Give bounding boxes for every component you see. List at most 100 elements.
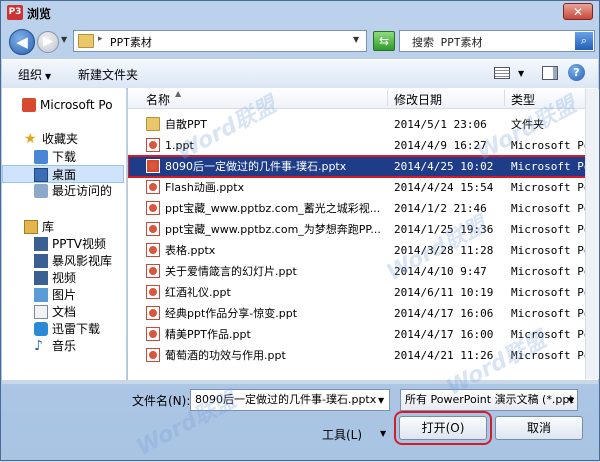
file-list[interactable]: ▲ 名称 修改日期 类型 自散PPT 2014/5/1 23:06 文件夹 1.… (128, 88, 598, 380)
ppt-file-icon (146, 243, 160, 257)
download-icon (34, 150, 48, 164)
search-icon[interactable]: ⌕ (575, 32, 593, 50)
ppt-file-icon (146, 138, 160, 152)
file-date: 2014/5/1 23:06 (394, 118, 487, 131)
new-folder-button[interactable]: 新建文件夹 (78, 66, 138, 83)
file-date: 2014/1/2 21:46 (394, 202, 487, 215)
nav-label: Microsoft Po (40, 98, 113, 112)
nav-label: 图片 (52, 288, 77, 302)
nav-item-music[interactable]: ♪ 音乐 (2, 337, 124, 355)
nav-label: 文档 (52, 305, 77, 319)
filetype-dropdown-icon[interactable]: ▼ (568, 396, 574, 405)
filename-dropdown-icon[interactable]: ▼ (378, 396, 384, 405)
sort-ascending-icon: ▲ (175, 89, 182, 98)
file-name: 表格.pptx (165, 244, 216, 257)
vertical-scrollbar[interactable] (585, 89, 599, 379)
music-icon: ♪ (34, 338, 43, 354)
nav-item-videos[interactable]: 视频 (2, 269, 124, 287)
file-row[interactable]: ppt宝藏_www.pptbz.com_为梦想奔跑PP... 2014/1/25… (128, 219, 598, 240)
file-date: 2014/4/10 9:47 (394, 265, 487, 278)
breadcrumb-separator-icon[interactable]: ▸ (98, 34, 103, 44)
file-row-selected[interactable]: 8090后一定做过的几件事-璞石.pptx 2014/4/25 10:02 Mi… (128, 155, 598, 178)
file-row[interactable]: 红酒礼仪.ppt 2014/6/11 10:19 Microsoft Pow (128, 282, 598, 303)
search-input[interactable]: 搜索 PPT素材 ⌕ (399, 30, 595, 52)
column-divider[interactable] (387, 90, 388, 106)
file-row[interactable]: 精美PPT作品.ppt 2014/4/17 16:00 Microsoft Po… (128, 324, 598, 345)
forward-button[interactable]: ▶ (37, 31, 59, 53)
chevron-down-icon: ▼ (45, 72, 52, 81)
file-name: 1.ppt (165, 139, 194, 152)
file-row[interactable]: 表格.pptx 2014/3/28 11:28 Microsoft Pow (128, 240, 598, 261)
nav-item-baofeng-library[interactable]: 暴风影视库 (2, 252, 124, 270)
filename-label: 文件名(N): (132, 394, 191, 408)
nav-label: 最近访问的 (52, 184, 113, 198)
back-button[interactable]: ◀ (9, 29, 35, 55)
column-header-type[interactable]: 类型 (511, 91, 535, 108)
nav-item-microsoft-powerpoint[interactable]: Microsoft Po (2, 96, 124, 114)
column-header-date[interactable]: 修改日期 (394, 91, 442, 108)
chevron-down-icon[interactable]: ▼ (380, 429, 386, 438)
nav-item-downloads[interactable]: 下载 (2, 148, 124, 166)
file-date: 2014/1/25 19:36 (394, 223, 494, 236)
nav-label: 迅雷下载 (52, 322, 101, 336)
nav-label: PPTV视频 (52, 237, 107, 251)
nav-item-favorites[interactable]: ★ 收藏夹 (2, 130, 124, 148)
organize-menu[interactable]: 组织 ▼ (18, 66, 51, 83)
file-row[interactable]: 1.ppt 2014/4/9 16:27 Microsoft Pow (128, 135, 598, 156)
nav-item-pictures[interactable]: 图片 (2, 286, 124, 304)
video-icon (34, 237, 48, 251)
tools-menu[interactable]: 工具(L) (322, 426, 362, 443)
nav-label: 库 (42, 220, 55, 234)
nav-label: 暴风影视库 (52, 254, 113, 268)
file-row[interactable]: 自散PPT 2014/5/1 23:06 文件夹 (128, 114, 598, 135)
file-row[interactable]: Flash动画.pptx 2014/4/24 15:54 Microsoft P… (128, 177, 598, 198)
file-row[interactable]: 关于爱情箴言的幻灯片.ppt 2014/4/10 9:47 Microsoft … (128, 261, 598, 282)
file-date: 2014/4/25 10:02 (394, 160, 494, 173)
command-toolbar: 组织 ▼ 新建文件夹 ▼ ? (2, 59, 598, 89)
file-date: 2014/3/28 11:28 (394, 244, 494, 257)
cancel-button[interactable]: 取消 (495, 416, 583, 440)
thunder-icon (34, 322, 48, 336)
recent-icon (34, 184, 48, 198)
nav-item-pptv-video[interactable]: PPTV视频 (2, 235, 124, 253)
file-date: 2014/4/9 16:27 (394, 139, 487, 152)
close-button[interactable]: ✕ (563, 3, 593, 20)
file-name: 自散PPT (165, 118, 207, 131)
address-row: ◀ ▶ ▼ ▸ PPT素材 ▼ ⇆ 搜索 PPT素材 ⌕ (1, 27, 599, 57)
address-bar[interactable]: ▸ PPT素材 (73, 30, 367, 52)
navigation-pane[interactable]: Microsoft Po ★ 收藏夹 下载 桌面 最近访问的 库 PPTV视频 (2, 88, 127, 380)
nav-item-thunder-downloads[interactable]: 迅雷下载 (2, 320, 124, 338)
file-name: 精美PPT作品.ppt (165, 328, 251, 341)
file-row[interactable]: ppt宝藏_www.pptbz.com_蓄光之城彩视... 2014/1/2 2… (128, 198, 598, 219)
ppt-file-icon (146, 264, 160, 278)
nav-label: 下载 (52, 150, 77, 164)
file-row[interactable]: 经典ppt作品分享-惊变.ppt 2014/4/17 16:06 Microso… (128, 303, 598, 324)
ppt-file-icon (146, 348, 160, 362)
nav-label: 视频 (52, 271, 77, 285)
nav-item-desktop[interactable]: 桌面 (2, 165, 124, 183)
search-placeholder: 搜索 PPT素材 (412, 36, 483, 49)
help-icon[interactable]: ? (568, 64, 585, 81)
star-icon: ★ (24, 131, 37, 147)
preview-pane-icon[interactable] (542, 66, 558, 80)
nav-item-recent-places[interactable]: 最近访问的 (2, 182, 124, 200)
column-header-name[interactable]: 名称 (146, 91, 170, 108)
view-dropdown-icon[interactable]: ▼ (518, 69, 524, 78)
file-date: 2014/4/17 16:06 (394, 307, 494, 320)
file-row[interactable]: 葡萄酒的功效与作用.ppt 2014/4/21 11:26 Microsoft … (128, 345, 598, 366)
breadcrumb-path[interactable]: PPT素材 (110, 34, 152, 50)
powerpoint-icon (22, 98, 36, 112)
open-button[interactable]: 打开(O) (394, 411, 492, 445)
view-options-icon[interactable] (494, 67, 510, 79)
history-dropdown-icon[interactable]: ▼ (61, 35, 67, 44)
nav-item-documents[interactable]: 文档 (2, 303, 124, 321)
refresh-button[interactable]: ⇆ (373, 31, 395, 51)
filetype-select[interactable]: 所有 PowerPoint 演示文稿 (*.ppt (400, 389, 578, 411)
column-divider[interactable] (504, 90, 505, 106)
filename-field[interactable]: 8090后一定做过的几件事-璞石.pptx (190, 389, 390, 411)
file-name: 葡萄酒的功效与作用.ppt (165, 349, 286, 362)
column-header: ▲ 名称 修改日期 类型 (128, 88, 598, 109)
folder-icon (78, 34, 94, 48)
address-dropdown-icon[interactable]: ▼ (353, 35, 359, 44)
nav-item-libraries[interactable]: 库 (2, 218, 124, 236)
